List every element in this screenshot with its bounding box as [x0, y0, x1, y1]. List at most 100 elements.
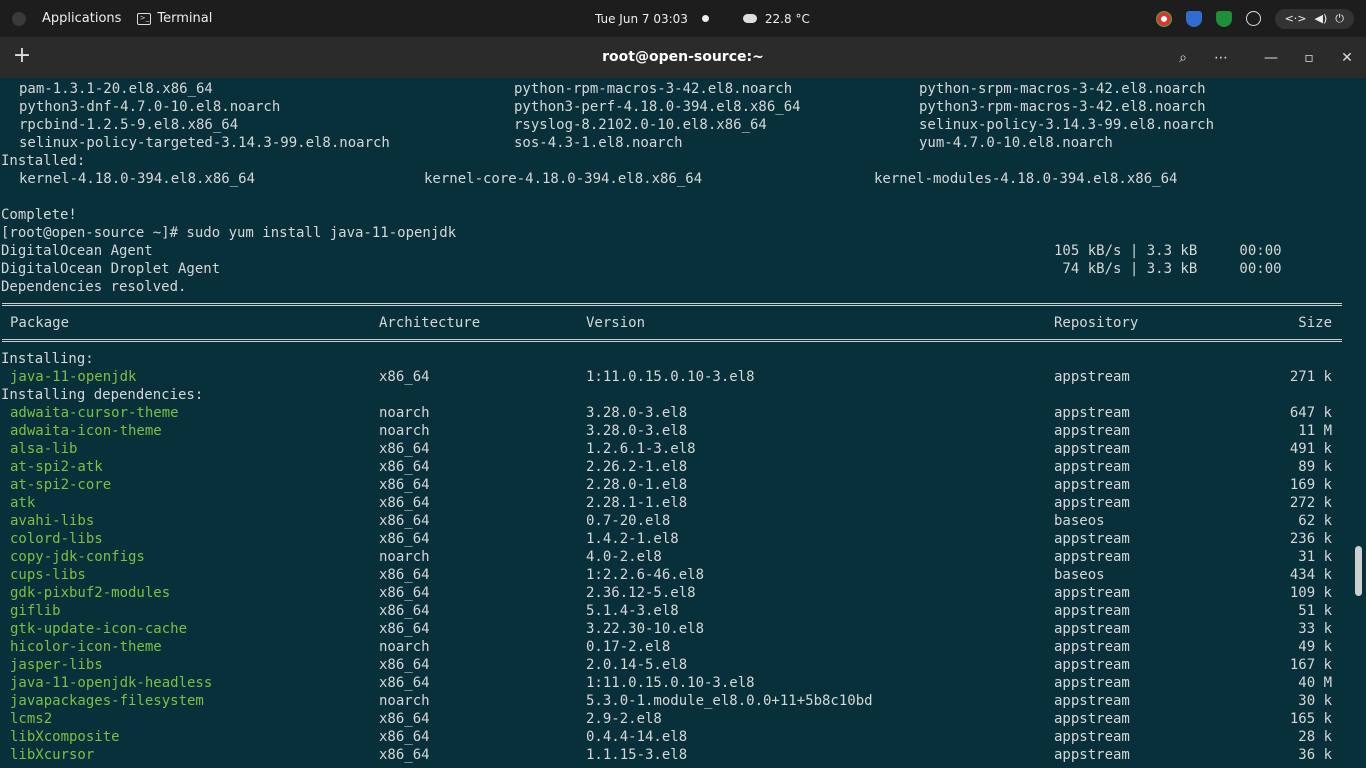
- row-package: alsa-lib: [10, 441, 78, 457]
- row-version: 3.22.30-10.el8: [586, 621, 705, 637]
- row-size: 30 k: [1298, 693, 1332, 709]
- terminal-app-menu[interactable]: >_ Terminal: [137, 11, 212, 26]
- package-name: selinux-policy-3.14.3-99.el8.noarch: [919, 117, 1215, 133]
- row-size: 49 k: [1298, 639, 1332, 655]
- table-row: gtk-update-icon-cache x86_64 3.22.30-10.el…: [0, 620, 1350, 638]
- repo-name: DigitalOcean Agent: [1, 243, 153, 259]
- row-package: colord-libs: [10, 531, 103, 547]
- row-arch: x86_64: [379, 657, 430, 673]
- close-button[interactable]: ✕: [1328, 50, 1366, 66]
- row-arch: x86_64: [379, 369, 430, 385]
- table-row: cups-libs x86_64 1:2.2.6-46.el8 baseos 434 k: [0, 566, 1350, 584]
- row-size: 271 k: [1289, 369, 1332, 385]
- package-name: python3-rpm-macros-3-42.el8.noarch: [919, 99, 1206, 115]
- row-arch: x86_64: [379, 459, 430, 475]
- terminal-output[interactable]: pam-1.3.1-20.el8.x86_64 python-rpm-macros…: [0, 78, 1366, 768]
- activities-icon[interactable]: [12, 11, 26, 26]
- maximize-button[interactable]: ▫: [1290, 50, 1328, 66]
- scrollbar-thumb[interactable]: [1355, 546, 1362, 596]
- table-row: jasper-libs x86_64 2.0.14-5.el8 appstream 16…: [0, 656, 1350, 674]
- row-repo: baseos: [1054, 513, 1105, 529]
- row-size: 434 k: [1289, 567, 1332, 583]
- repo-line: DigitalOcean Droplet Agent 74 kB/s | 3.3…: [0, 260, 1350, 278]
- row-package: adwaita-cursor-theme: [10, 405, 179, 421]
- installed-label-line: Installed:: [0, 152, 1350, 170]
- shell-prompt: [root@open-source ~]# sudo yum install j…: [1, 225, 457, 241]
- minimize-button[interactable]: —: [1252, 50, 1290, 66]
- table-row: javapackages-filesystem noarch 5.3.0-1.mod…: [0, 692, 1350, 710]
- table-row: libXcomposite x86_64 0.4.4-14.el8 appstream…: [0, 728, 1350, 746]
- header-version: Version: [586, 315, 646, 331]
- package-name: yum-4.7.0-10.el8.noarch: [919, 135, 1113, 151]
- package-name: rsyslog-8.2102.0-10.el8.x86_64: [514, 117, 767, 133]
- repo-stats: 74 kB/s | 3.3 kB 00:00: [1054, 261, 1282, 277]
- row-size: 36 k: [1298, 747, 1332, 763]
- row-repo: appstream: [1054, 441, 1130, 457]
- row-package: giflib: [10, 603, 61, 619]
- security-shield-icon[interactable]: [1215, 10, 1232, 27]
- row-arch: noarch: [379, 423, 430, 439]
- row-repo: appstream: [1054, 621, 1130, 637]
- row-repo: appstream: [1054, 369, 1130, 385]
- row-package: gdk-pixbuf2-modules: [10, 585, 171, 601]
- applications-menu[interactable]: Applications: [42, 11, 121, 26]
- row-package: libXcomposite: [10, 729, 120, 745]
- package-name: python3-dnf-4.7.0-10.el8.noarch: [19, 99, 281, 115]
- header-arch: Architecture: [379, 315, 481, 331]
- row-package: lcms2: [10, 711, 53, 727]
- row-package: copy-jdk-configs: [10, 549, 145, 565]
- row-size: 109 k: [1289, 585, 1332, 601]
- installed-package: kernel-core-4.18.0-394.el8.x86_64: [424, 171, 703, 187]
- header-package: Package: [10, 315, 70, 331]
- row-size: 165 k: [1289, 711, 1332, 727]
- table-row: lcms2 x86_64 2.9-2.el8 appstream 165 k: [0, 710, 1350, 728]
- row-repo: appstream: [1054, 747, 1130, 763]
- row-arch: noarch: [379, 405, 430, 421]
- row-size: 28 k: [1298, 729, 1332, 745]
- row-size: 51 k: [1298, 603, 1332, 619]
- table-row: copy-jdk-configs noarch 4.0-2.el8 appstream…: [0, 548, 1350, 566]
- repo-line: DigitalOcean Agent 105 kB/s | 3.3 kB 00:0…: [0, 242, 1350, 260]
- chrome-icon[interactable]: [1155, 10, 1172, 27]
- row-size: 647 k: [1289, 405, 1332, 421]
- deps-resolved-text: Dependencies resolved.: [1, 279, 187, 295]
- installing-label: Installing:: [1, 351, 94, 367]
- clock-area[interactable]: Tue Jun 7 03:03 22.8 °C: [595, 0, 810, 37]
- search-icon[interactable]: ⌕: [1164, 50, 1202, 66]
- row-repo: appstream: [1054, 585, 1130, 601]
- row-package: at-spi2-core: [10, 477, 112, 493]
- package-name: python3-perf-4.18.0-394.el8.x86_64: [514, 99, 801, 115]
- row-version: 1:11.0.15.0.10-3.el8: [586, 369, 755, 385]
- terminal-app-label: Terminal: [157, 11, 213, 26]
- deps-resolved-line: Dependencies resolved.: [0, 278, 1350, 296]
- notification-dot-icon: [701, 15, 709, 22]
- row-size: 491 k: [1289, 441, 1332, 457]
- row-arch: x86_64: [379, 747, 430, 763]
- table-row: gdk-pixbuf2-modules x86_64 2.36.12-5.el8 ap…: [0, 584, 1350, 602]
- menu-icon[interactable]: ⋯: [1202, 50, 1240, 66]
- row-size: 11 M: [1298, 423, 1332, 439]
- system-menu[interactable]: <·> ◀) ⏻: [1274, 8, 1354, 29]
- row-arch: x86_64: [379, 495, 430, 511]
- table-row: java-11-openjdk-headless x86_64 1:11.0.15.…: [0, 674, 1350, 692]
- row-size: 167 k: [1289, 657, 1332, 673]
- deps-label-line: Installing dependencies:: [0, 386, 1350, 404]
- accessibility-icon[interactable]: [1245, 11, 1261, 26]
- row-version: 0.4.4-14.el8: [586, 729, 688, 745]
- row-size: 236 k: [1289, 531, 1332, 547]
- top-bar: Applications >_ Terminal Tue Jun 7 03:03…: [0, 0, 1366, 37]
- row-package: java-11-openjdk: [10, 369, 137, 385]
- table-row: avahi-libs x86_64 0.7-20.el8 baseos 62 k: [0, 512, 1350, 530]
- power-icon: ⏻: [1335, 11, 1344, 25]
- table-row: alsa-lib x86_64 1.2.6.1-3.el8 appstream 491 …: [0, 440, 1350, 458]
- window-title: root@open-source:~: [602, 49, 764, 65]
- row-version: 2.28.1-1.el8: [586, 495, 688, 511]
- vpn-shield-icon[interactable]: [1185, 10, 1202, 27]
- deps-label: Installing dependencies:: [1, 387, 204, 403]
- row-repo: appstream: [1054, 423, 1130, 439]
- cloud-icon: [742, 14, 757, 23]
- row-package: avahi-libs: [10, 513, 95, 529]
- table-row: adwaita-icon-theme noarch 3.28.0-3.el8 apps…: [0, 422, 1350, 440]
- row-version: 1:2.2.6-46.el8: [586, 567, 705, 583]
- repo-stats: 105 kB/s | 3.3 kB 00:00: [1054, 243, 1282, 259]
